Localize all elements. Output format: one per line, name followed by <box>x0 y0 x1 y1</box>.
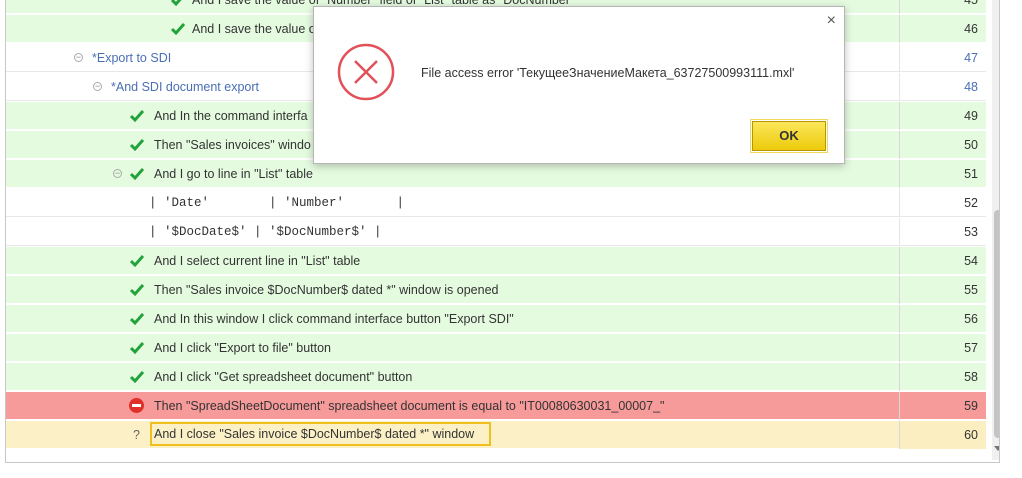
collapse-icon[interactable]: − <box>74 53 83 62</box>
step-text: And I select current line in "List" tabl… <box>154 254 361 268</box>
table-row[interactable]: | '$DocDate$' | '$DocNumber$' | 53 <box>6 218 986 246</box>
line-number: 47 <box>899 44 986 72</box>
stop-icon <box>129 398 144 413</box>
line-number: 57 <box>899 334 986 362</box>
step-text: And I click "Export to file" button <box>154 341 332 355</box>
check-icon <box>130 168 144 181</box>
table-row[interactable]: Then "Sales invoice $DocNumber$ dated *"… <box>6 276 986 304</box>
check-icon <box>130 255 144 268</box>
check-icon <box>171 23 185 36</box>
step-text: And In this window I click command inter… <box>154 312 514 326</box>
step-text: And I save the value of <box>192 22 320 36</box>
line-number: 60 <box>899 421 986 449</box>
check-icon <box>130 139 144 152</box>
scroll-down-icon[interactable] <box>994 446 999 451</box>
line-number: 46 <box>899 15 986 43</box>
question-icon: ? <box>133 428 140 442</box>
vertical-scrollbar[interactable] <box>992 0 999 460</box>
table-values-line: | '$DocDate$' | '$DocNumber$' | <box>149 225 382 239</box>
group-title: *Export to SDI <box>92 51 172 65</box>
line-number: 49 <box>899 102 986 130</box>
table-row[interactable]: And I click "Get spreadsheet document" b… <box>6 363 986 391</box>
current-step-cell[interactable]: And I close "Sales invoice $DocNumber$ d… <box>150 422 491 446</box>
check-icon <box>130 371 144 384</box>
check-icon <box>130 313 144 326</box>
line-number: 53 <box>899 218 986 246</box>
table-row[interactable]: − And I go to line in "List" table 51 <box>6 160 986 188</box>
line-number: 48 <box>899 73 986 101</box>
table-header-line: | 'Date' | 'Number' | <box>149 196 405 210</box>
scrollbar-thumb[interactable] <box>994 210 999 438</box>
table-row-failed[interactable]: Then "SpreadSheetDocument" spreadsheet d… <box>6 392 986 420</box>
step-text: Then "Sales invoice $DocNumber$ dated *"… <box>154 283 499 297</box>
table-row[interactable]: And In this window I click command inter… <box>6 305 986 333</box>
error-message: File access error 'ТекущееЗначениеМакета… <box>421 66 795 80</box>
check-icon <box>171 0 182 7</box>
table-row-current[interactable]: ? And I close "Sales invoice $DocNumber$… <box>6 421 986 449</box>
collapse-icon[interactable]: − <box>113 169 122 178</box>
step-text: And In the command interfa <box>154 109 308 123</box>
table-row[interactable]: And I click "Export to file" button 57 <box>6 334 986 362</box>
line-number: 58 <box>899 363 986 391</box>
line-number: 51 <box>899 160 986 188</box>
check-icon <box>130 342 144 355</box>
table-row[interactable]: | 'Date' | 'Number' | 52 <box>6 189 986 217</box>
group-title: *And SDI document export <box>111 80 259 94</box>
step-text: And I close "Sales invoice $DocNumber$ d… <box>154 427 475 441</box>
table-row[interactable]: And I select current line in "List" tabl… <box>6 247 986 275</box>
close-icon[interactable]: × <box>827 13 836 29</box>
line-number: 59 <box>899 392 986 420</box>
step-text: Then "Sales invoices" windo <box>154 138 311 152</box>
line-number: 52 <box>899 189 986 217</box>
check-icon <box>130 110 144 123</box>
check-icon <box>130 284 144 297</box>
error-dialog: × File access error 'ТекущееЗначениеМаке… <box>313 6 845 164</box>
line-number: 45 <box>899 0 986 14</box>
line-number: 56 <box>899 305 986 333</box>
step-text: Then "SpreadSheetDocument" spreadsheet d… <box>154 399 665 413</box>
collapse-icon[interactable]: − <box>93 82 102 91</box>
line-number: 54 <box>899 247 986 275</box>
line-number: 55 <box>899 276 986 304</box>
step-text: And I go to line in "List" table <box>154 167 313 181</box>
step-text: And I click "Get spreadsheet document" b… <box>154 370 413 384</box>
line-number: 50 <box>899 131 986 159</box>
ok-button[interactable]: OK <box>750 119 828 153</box>
error-x-icon <box>337 43 395 101</box>
